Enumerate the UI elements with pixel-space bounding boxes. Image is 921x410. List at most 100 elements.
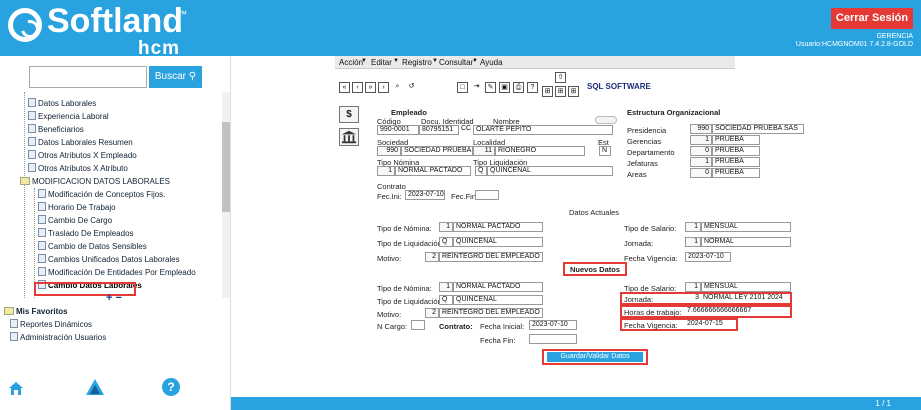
new-tn-code[interactable]: 1 — [439, 282, 453, 292]
act-tl-name: QUINCENAL — [453, 237, 543, 247]
footer-bar: 1 / 1 — [231, 397, 921, 410]
user-role: GERENCIA — [876, 33, 913, 40]
tree-item[interactable]: Datos Laborales Resumen — [28, 137, 133, 149]
estructura-code[interactable]: 1 — [690, 157, 712, 167]
undo-icon[interactable]: ↺ — [406, 82, 417, 93]
favorite-item[interactable]: Reportes Dinámicos — [10, 319, 92, 331]
tree-item[interactable]: Cambios Unificados Datos Laborales — [38, 254, 180, 266]
delete-icon[interactable]: □ — [457, 82, 468, 93]
exit-icon[interactable]: ⇥ — [471, 82, 482, 93]
menu-item-consultar[interactable]: Consultar — [439, 58, 473, 67]
sociedad-code[interactable]: 990 — [377, 146, 401, 156]
search-input[interactable] — [29, 66, 147, 88]
logout-button[interactable]: Cerrar Sesión — [831, 8, 913, 29]
empleado-title: Empleado — [391, 108, 427, 117]
favorites-title-label: Mis Favoritos — [16, 307, 68, 316]
favorite-item[interactable]: Administración Usuarios — [10, 332, 106, 344]
menu-item-registro[interactable]: Registro — [402, 58, 432, 67]
page-icon — [28, 137, 36, 146]
menu-item-ayuda[interactable]: Ayuda — [480, 58, 503, 67]
new-fv-field[interactable]: 2024-07-15 — [685, 320, 733, 330]
new-ncargo-field[interactable] — [411, 320, 425, 330]
fec-ini-field[interactable]: 2023-07-10 — [405, 190, 445, 200]
tree-folder[interactable]: MODIFICACION DATOS LABORALES — [20, 176, 170, 188]
estructura-code[interactable]: 0 — [690, 146, 712, 156]
print-icon[interactable]: ⎙ — [513, 82, 524, 93]
est-field[interactable]: N — [599, 146, 611, 156]
new-motivo-code[interactable]: 2 — [425, 308, 439, 318]
toggle[interactable] — [595, 116, 617, 124]
tree-item[interactable]: Cambio de Datos Sensibles — [38, 241, 147, 253]
bank-icon[interactable] — [339, 128, 359, 146]
fec-fin-field[interactable] — [475, 190, 499, 200]
grid-mid-icon[interactable]: ⊞ — [555, 86, 566, 97]
estructura-code[interactable]: 0 — [690, 168, 712, 178]
favorites-title[interactable]: Mis Favoritos — [4, 306, 68, 318]
help-icon[interactable]: ? — [162, 378, 180, 396]
new-tl-label: Tipo de Liquidación: — [377, 297, 444, 306]
next-record-icon[interactable]: » — [365, 82, 376, 93]
last-record-icon[interactable]: › — [378, 82, 389, 93]
codigo-field[interactable]: 990-0001 — [377, 125, 419, 135]
estructura-name: SOCIEDAD PRUEBA SAS — [712, 124, 804, 134]
page-icon — [28, 98, 36, 107]
brand-name: Softland — [47, 2, 183, 40]
dollar-icon[interactable]: $ — [339, 106, 359, 123]
tree-item-label: Cambios Unificados Datos Laborales — [48, 255, 180, 264]
tree-item[interactable]: Modificación De Entidades Por Empleado — [38, 267, 196, 279]
new-tl-code[interactable]: Q — [439, 295, 453, 305]
folder-icon — [4, 307, 14, 315]
new-motivo-name: REINTEGRO DEL EMPLEADO — [439, 308, 543, 318]
estructura-code[interactable]: 1 — [690, 135, 712, 145]
scroll-thumb[interactable] — [222, 122, 230, 212]
localidad-code[interactable]: 11 — [473, 146, 495, 156]
toolbar: « ‹ » › ⌕ ↺ □ ⇥ ✎ ▣ ⎙ ? ⇧ ⊞ ⊞ ⊞ — [335, 71, 735, 99]
edit-icon[interactable]: ✎ — [485, 82, 496, 93]
grid-right-icon[interactable]: ⊞ — [568, 86, 579, 97]
search-button-label: Buscar — [154, 71, 186, 82]
tree-item[interactable]: Otros Atributos X Empleado — [28, 150, 137, 162]
new-ts-code[interactable]: 1 — [685, 282, 701, 292]
tipo-nomina-name: NORMAL PACTADO — [395, 166, 471, 176]
grid-left-icon[interactable]: ⊞ — [542, 86, 553, 97]
tree-item[interactable]: Horario De Trabajo — [38, 202, 116, 214]
tree-scrollbar[interactable] — [222, 92, 230, 298]
sidebar: Buscar ⚲ Datos Laborales Experiencia Lab… — [0, 56, 231, 410]
menu-item-editar[interactable]: Editar — [371, 58, 392, 67]
new-ff-field[interactable] — [529, 334, 577, 344]
new-jornada-code[interactable]: 3 — [685, 294, 701, 304]
act-tl-label: Tipo de Liquidación: — [377, 239, 444, 248]
first-record-icon[interactable]: « — [339, 82, 350, 93]
tree-item-label: Traslado De Empleados — [48, 229, 134, 238]
nombre-field[interactable]: OLARTE PEPITO — [473, 125, 613, 135]
tipo-liq-code[interactable]: Q — [475, 166, 487, 176]
expand-collapse-icons[interactable]: + − — [106, 292, 122, 304]
tree-item[interactable]: Experiencia Laboral — [28, 111, 109, 123]
home-icon[interactable] — [8, 380, 24, 396]
tree-item[interactable]: Traslado De Empleados — [38, 228, 134, 240]
docu-field[interactable]: 80795151 — [419, 125, 459, 135]
layers-icon[interactable] — [85, 378, 105, 396]
guardar-validar-button[interactable]: Guardar/Validar Datos — [547, 352, 643, 362]
tree-item[interactable]: Cambio De Cargo — [38, 215, 112, 227]
new-ts-name: MENSUAL — [701, 282, 791, 292]
prev-record-icon[interactable]: ‹ — [352, 82, 363, 93]
new-horas-field[interactable]: 7.666666666666667 — [685, 307, 785, 317]
tools-icon[interactable]: ⌕ — [392, 82, 403, 93]
tree-item[interactable]: Datos Laborales — [28, 98, 96, 110]
up-icon[interactable]: ⇧ — [555, 72, 566, 83]
save-icon[interactable]: ▣ — [499, 82, 510, 93]
tipo-nomina-code[interactable]: 1 — [377, 166, 395, 176]
tree-item[interactable]: Otros Atributos X Atributo — [28, 163, 128, 175]
help-query-icon[interactable]: ? — [527, 82, 538, 93]
estructura-code[interactable]: 990 — [690, 124, 712, 134]
tree-item[interactable]: Beneficiarios — [28, 124, 84, 136]
tree-item[interactable]: Modificación de Conceptos Fijos. — [38, 189, 165, 201]
new-fi-field[interactable]: 2023-07-10 — [529, 320, 577, 330]
new-fv-label: Fecha Vigencia: — [624, 321, 678, 330]
menu-item-accion[interactable]: Acción — [339, 58, 363, 67]
act-ts-label: Tipo de Salario: — [624, 224, 677, 233]
main-content: Acción ▼ Editar ▼ Registro ▼ Consultar ▼ Ayu… — [231, 56, 921, 397]
search-button[interactable]: Buscar ⚲ — [149, 66, 202, 88]
page-icon — [10, 319, 18, 328]
